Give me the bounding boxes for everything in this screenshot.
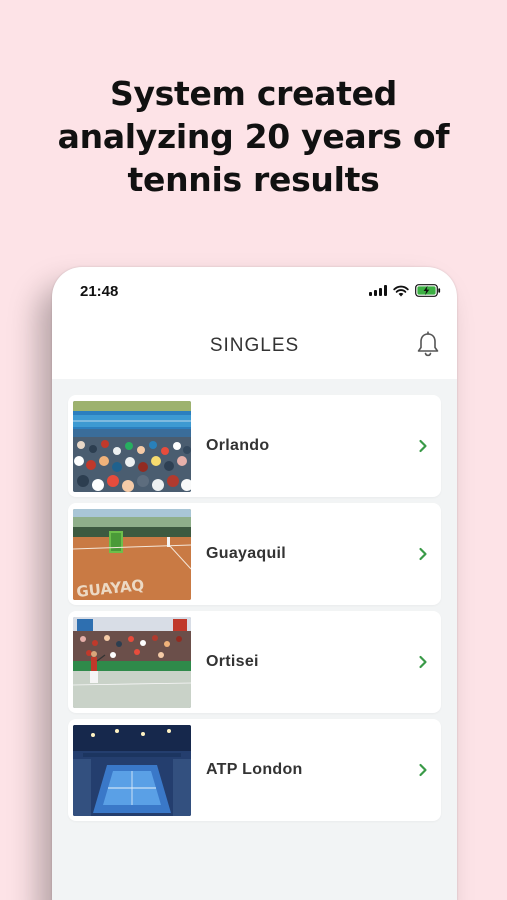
chevron-right-icon <box>419 763 427 777</box>
tournament-name: Orlando <box>206 437 270 454</box>
headline-line-3: tennis results <box>127 160 380 199</box>
page-title: SINGLES <box>209 335 300 356</box>
chevron-right-icon <box>419 439 427 453</box>
wifi-icon <box>393 285 409 296</box>
tournament-thumbnail <box>73 616 191 708</box>
app-header: SINGLES <box>52 315 457 379</box>
tournament-name: Ortisei <box>206 653 259 670</box>
tournament-thumbnail: GUAYAQ <box>73 508 191 600</box>
tournament-thumbnail <box>73 724 191 816</box>
bell-icon[interactable] <box>415 331 441 359</box>
status-time: 21:48 <box>80 283 119 300</box>
status-bar: 21:48 <box>52 267 457 315</box>
chevron-right-icon <box>419 655 427 669</box>
phone-frame: 21:48 SINGLES Orlando GUAYAQ Guayaquil O… <box>52 267 457 900</box>
battery-charging-icon <box>415 284 441 297</box>
tournament-list: Orlando GUAYAQ Guayaquil Ortisei ATP Lon… <box>52 379 457 900</box>
headline: System created analyzing 20 years of ten… <box>0 72 507 201</box>
chevron-right-icon <box>419 547 427 561</box>
tournament-card-atp-london[interactable]: ATP London <box>68 719 441 821</box>
headline-line-2: analyzing 20 years of <box>57 117 450 156</box>
tournament-card-orlando[interactable]: Orlando <box>68 395 441 497</box>
signal-icon <box>369 285 387 296</box>
headline-line-1: System created <box>109 74 397 113</box>
tournament-thumbnail <box>73 400 191 492</box>
tournament-card-guayaquil[interactable]: GUAYAQ Guayaquil <box>68 503 441 605</box>
tournament-card-ortisei[interactable]: Ortisei <box>68 611 441 713</box>
status-icons <box>369 284 441 297</box>
tournament-name: ATP London <box>206 761 303 778</box>
tournament-name: Guayaquil <box>206 545 287 562</box>
